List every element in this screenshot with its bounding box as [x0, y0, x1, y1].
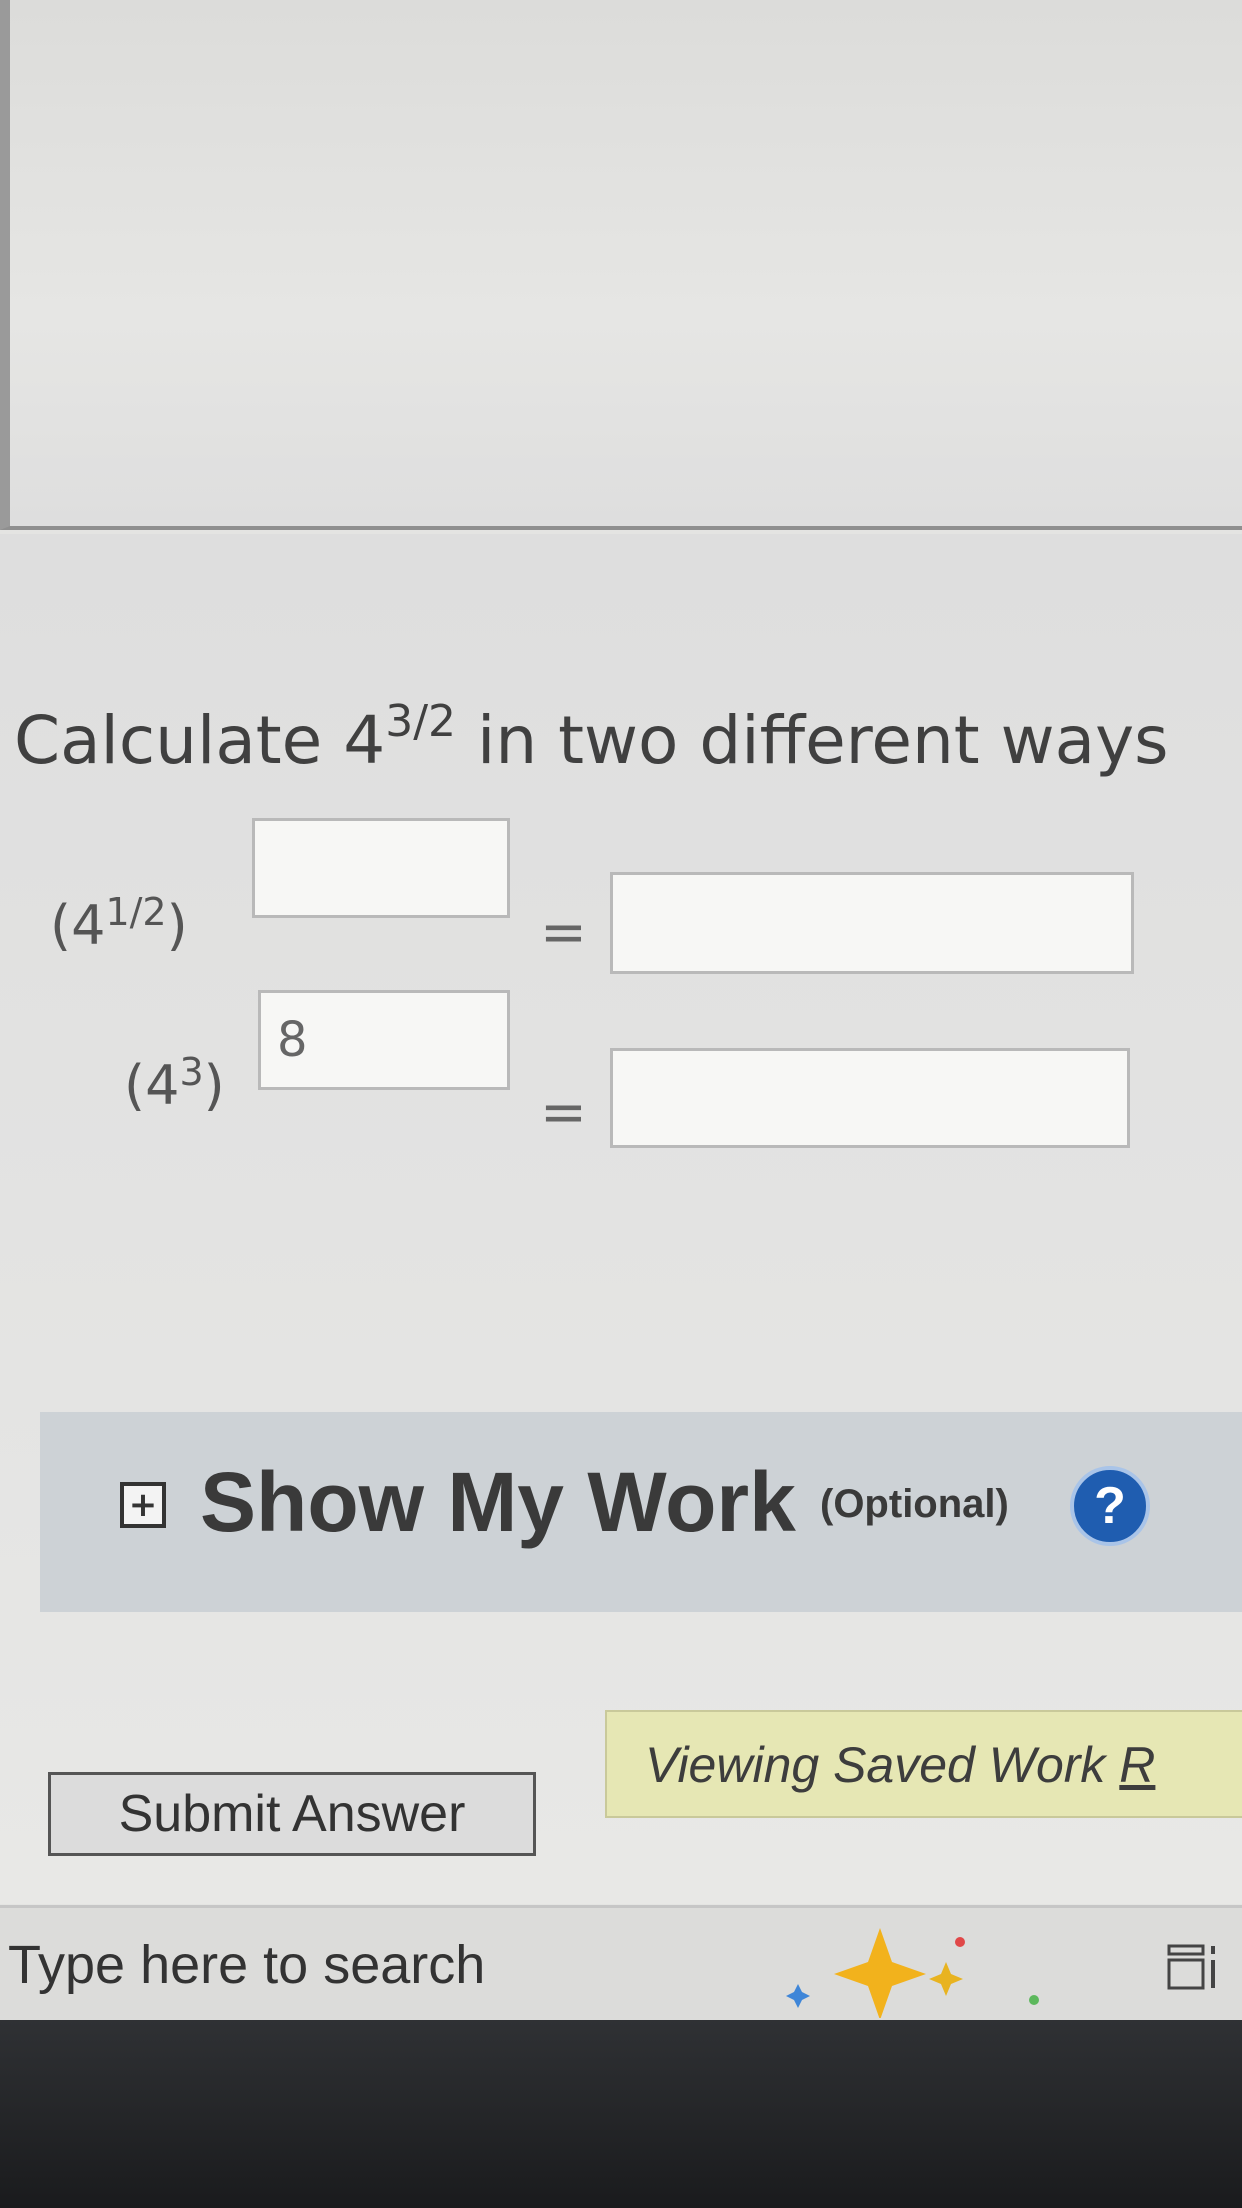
- row2-exponent-input[interactable]: [258, 990, 510, 1090]
- row1-base: (41/2): [50, 890, 188, 957]
- monitor-bezel: [0, 2020, 1242, 2208]
- submit-answer-button[interactable]: Submit Answer: [48, 1772, 536, 1856]
- saved-work-link[interactable]: R: [1119, 1737, 1155, 1793]
- row1-result-input[interactable]: [610, 872, 1134, 974]
- row1-base-exponent: 1/2: [105, 890, 167, 934]
- question-exponent: 3/2: [385, 696, 457, 747]
- row2-base-exponent: 3: [179, 1050, 204, 1094]
- question-text: Calculate 43/2 in two different ways: [14, 696, 1169, 779]
- row1-base-close: ): [166, 894, 188, 957]
- row1-base-open: (4: [50, 894, 106, 957]
- task-view-icon[interactable]: [1165, 1942, 1225, 1994]
- taskbar: Type here to search: [0, 1905, 1242, 2023]
- row2-base-close: ): [203, 1054, 225, 1117]
- optional-label: (Optional): [820, 1482, 1009, 1526]
- previous-question-panel: [0, 0, 1242, 530]
- expand-plus-icon[interactable]: +: [120, 1482, 166, 1528]
- show-my-work-title[interactable]: Show My Work: [200, 1454, 796, 1551]
- show-my-work-panel[interactable]: + Show My Work (Optional) ?: [40, 1412, 1242, 1612]
- help-icon[interactable]: ?: [1070, 1466, 1150, 1546]
- question-prefix: Calculate 4: [14, 702, 386, 779]
- saved-work-label: Viewing Saved Work: [645, 1737, 1120, 1793]
- row2-equals: =: [540, 1080, 587, 1145]
- copilot-sparkle-icon[interactable]: [780, 1928, 1070, 2020]
- row2-base: (43): [124, 1050, 225, 1117]
- row1-exponent-input[interactable]: [252, 818, 510, 918]
- saved-work-banner: Viewing Saved Work R: [605, 1710, 1242, 1818]
- taskbar-search-input[interactable]: Type here to search: [8, 1934, 485, 1996]
- row2-base-open: (4: [124, 1054, 180, 1117]
- row1-equals: =: [540, 900, 587, 965]
- row2-result-input[interactable]: [610, 1048, 1130, 1148]
- saved-work-text: Viewing Saved Work R: [645, 1736, 1155, 1794]
- question-suffix: in two different ways: [456, 702, 1169, 779]
